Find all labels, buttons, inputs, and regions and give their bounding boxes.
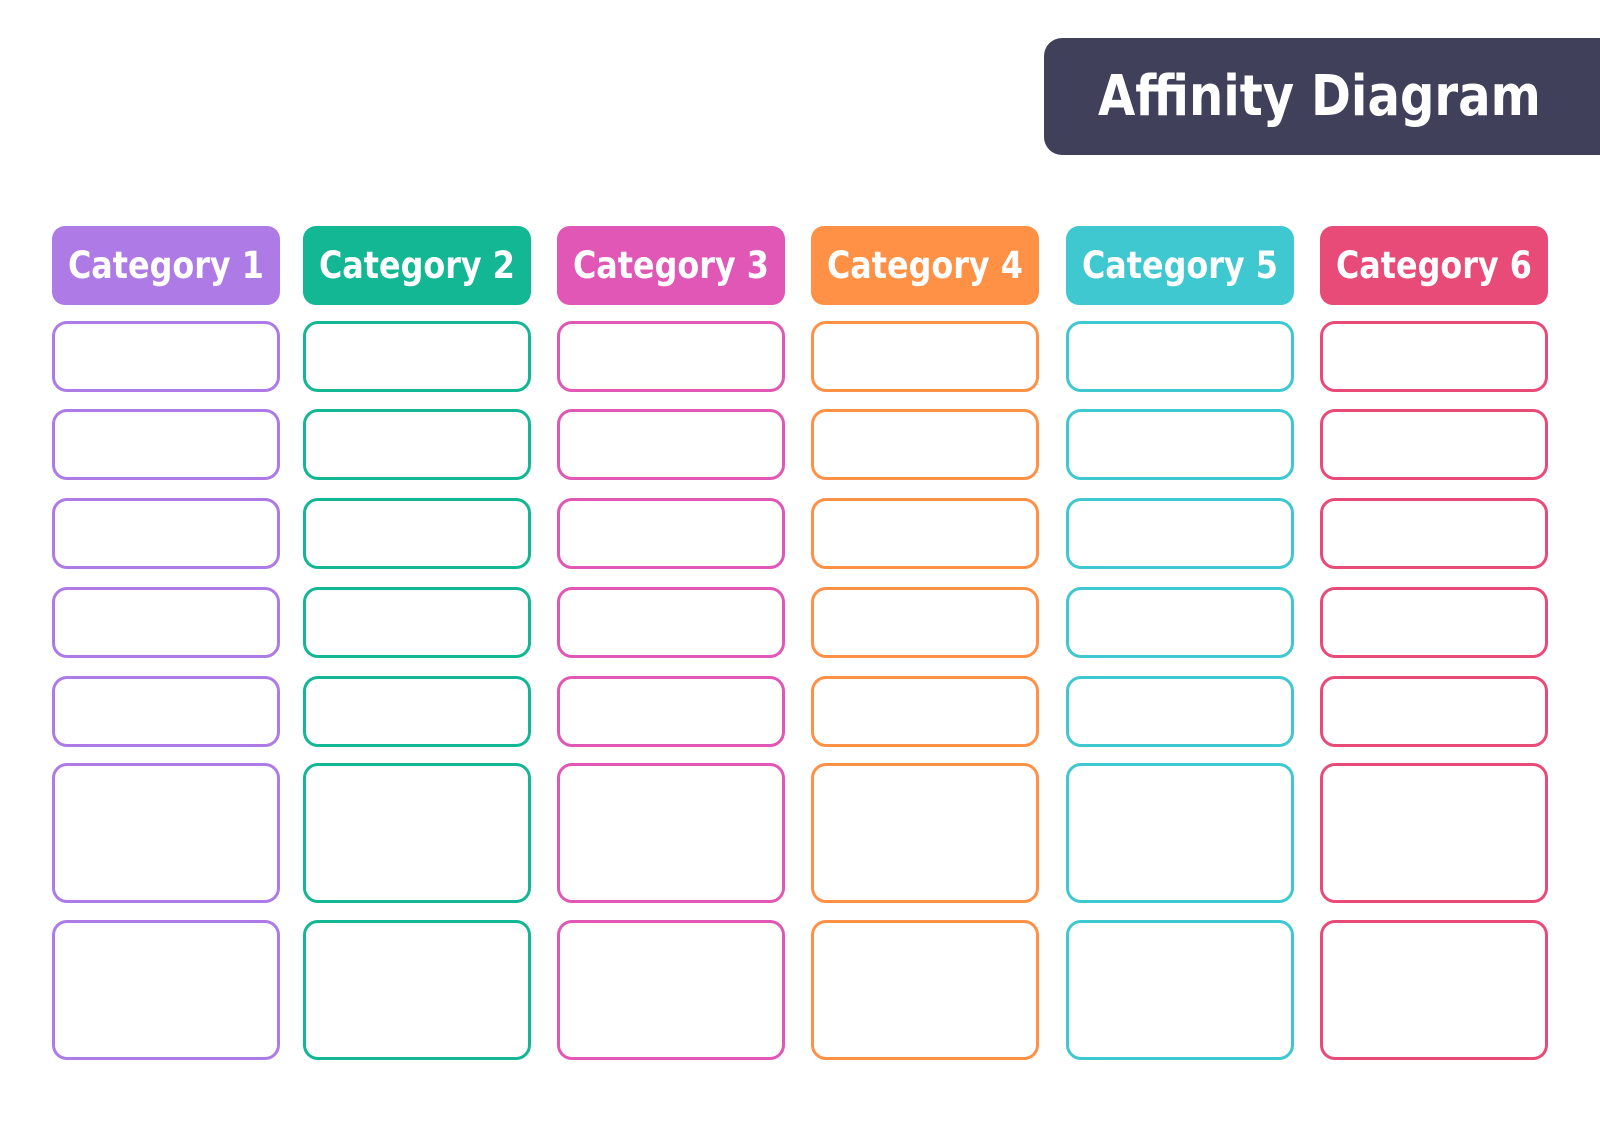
affinity-board: Category 1 Category 2 Category 3 Categor…: [52, 226, 1548, 1078]
category-card[interactable]: [811, 763, 1039, 903]
category-card[interactable]: [557, 920, 785, 1060]
category-card[interactable]: [303, 920, 531, 1060]
category-card[interactable]: [557, 763, 785, 903]
category-card[interactable]: [1320, 587, 1548, 658]
category-card[interactable]: [1320, 321, 1548, 392]
category-label: Category 5: [1082, 244, 1278, 287]
category-header-5[interactable]: Category 5: [1066, 226, 1294, 305]
category-label: Category 1: [68, 244, 264, 287]
category-card[interactable]: [1320, 676, 1548, 747]
category-card[interactable]: [1066, 498, 1294, 569]
category-card[interactable]: [303, 587, 531, 658]
category-card[interactable]: [1320, 763, 1548, 903]
category-card[interactable]: [811, 321, 1039, 392]
category-card[interactable]: [1066, 920, 1294, 1060]
category-card[interactable]: [557, 676, 785, 747]
category-header-2[interactable]: Category 2: [303, 226, 531, 305]
category-card[interactable]: [52, 920, 280, 1060]
category-label: Category 4: [827, 244, 1023, 287]
category-card[interactable]: [811, 676, 1039, 747]
category-card[interactable]: [52, 587, 280, 658]
category-card[interactable]: [557, 498, 785, 569]
category-label: Category 2: [319, 244, 515, 287]
category-card[interactable]: [52, 498, 280, 569]
category-label: Category 3: [573, 244, 769, 287]
category-card[interactable]: [1066, 409, 1294, 480]
category-card[interactable]: [303, 676, 531, 747]
category-card[interactable]: [1066, 763, 1294, 903]
category-card[interactable]: [557, 409, 785, 480]
category-card[interactable]: [1066, 321, 1294, 392]
category-card[interactable]: [303, 763, 531, 903]
category-card[interactable]: [52, 676, 280, 747]
diagram-title: Affinity Diagram: [1098, 64, 1541, 129]
category-label: Category 6: [1336, 244, 1532, 287]
category-header-6[interactable]: Category 6: [1320, 226, 1548, 305]
category-card[interactable]: [811, 409, 1039, 480]
category-card[interactable]: [303, 409, 531, 480]
category-card[interactable]: [303, 321, 531, 392]
category-card[interactable]: [52, 409, 280, 480]
category-card[interactable]: [811, 587, 1039, 658]
category-card[interactable]: [1320, 920, 1548, 1060]
category-card[interactable]: [52, 763, 280, 903]
category-header-1[interactable]: Category 1: [52, 226, 280, 305]
category-card[interactable]: [1320, 409, 1548, 480]
category-card[interactable]: [1066, 676, 1294, 747]
category-card[interactable]: [811, 498, 1039, 569]
category-header-3[interactable]: Category 3: [557, 226, 785, 305]
category-card[interactable]: [52, 321, 280, 392]
category-card[interactable]: [557, 321, 785, 392]
category-card[interactable]: [303, 498, 531, 569]
title-banner: Affinity Diagram: [1044, 38, 1600, 155]
category-card[interactable]: [1066, 587, 1294, 658]
category-header-4[interactable]: Category 4: [811, 226, 1039, 305]
category-card[interactable]: [811, 920, 1039, 1060]
category-card[interactable]: [1320, 498, 1548, 569]
category-card[interactable]: [557, 587, 785, 658]
